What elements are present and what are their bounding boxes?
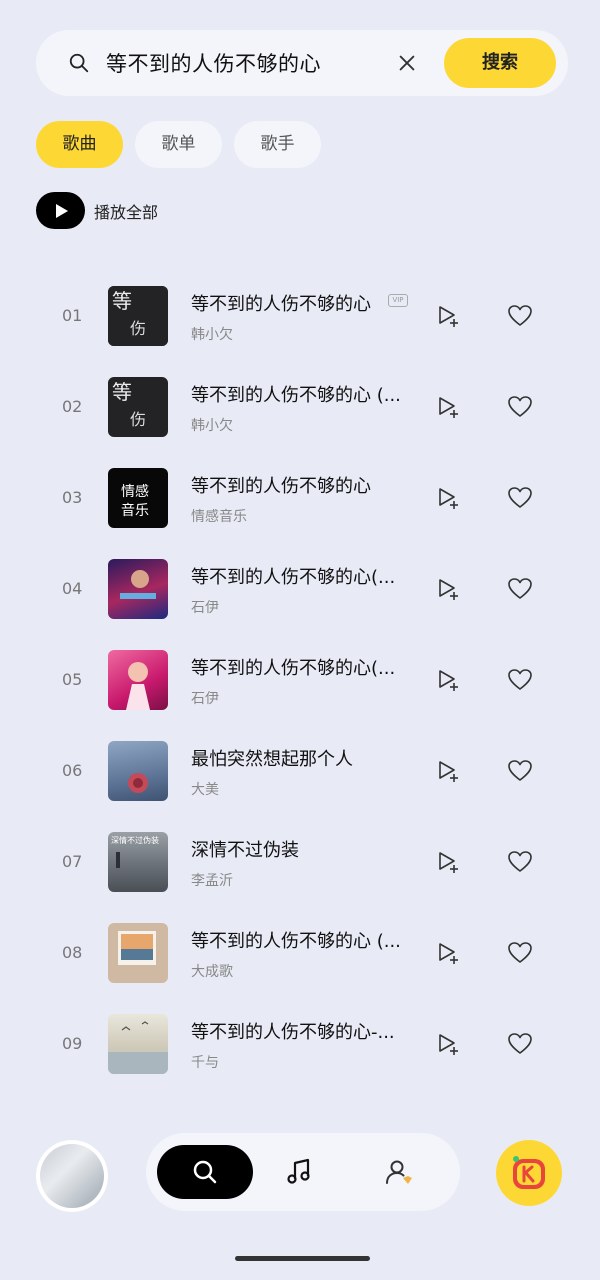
song-rank: 04 bbox=[62, 579, 83, 598]
song-title: 等不到的人伤不够的心 bbox=[191, 294, 371, 315]
add-to-playlist-icon[interactable] bbox=[436, 1032, 460, 1056]
add-to-playlist-icon[interactable] bbox=[436, 486, 460, 510]
svg-text:等: 等 bbox=[112, 289, 132, 313]
song-row[interactable]: 07 深情不过伪装 深情不过伪装 李孟沂 bbox=[0, 816, 600, 907]
song-title: 等不到的人伤不够的心 (... bbox=[191, 385, 401, 406]
song-artist: 千与 bbox=[191, 1055, 219, 1071]
song-row[interactable]: 04 等不到的人伤不够的心(... 石伊 bbox=[0, 543, 600, 634]
heart-icon[interactable] bbox=[507, 577, 533, 601]
song-title: 等不到的人伤不够的心-... bbox=[191, 1022, 395, 1043]
tab-songs[interactable]: 歌曲 bbox=[36, 121, 123, 168]
play-all-label: 播放全部 bbox=[94, 202, 159, 222]
song-row[interactable]: 08 等不到的人伤不够的心 (... 大成歌 bbox=[0, 907, 600, 998]
tab-playlists[interactable]: 歌单 bbox=[135, 121, 222, 168]
song-artist: 李孟沂 bbox=[191, 873, 233, 889]
play-icon bbox=[36, 192, 85, 229]
svg-text:伤: 伤 bbox=[130, 319, 146, 338]
add-to-playlist-icon[interactable] bbox=[436, 577, 460, 601]
heart-icon[interactable] bbox=[507, 486, 533, 510]
now-playing-artwork bbox=[40, 1144, 104, 1208]
song-title: 最怕突然想起那个人 bbox=[191, 749, 353, 770]
heart-icon[interactable] bbox=[507, 850, 533, 874]
result-type-tabs: 歌曲 歌单 歌手 bbox=[36, 121, 321, 168]
svg-text:音乐: 音乐 bbox=[121, 502, 149, 519]
add-to-playlist-icon[interactable] bbox=[436, 668, 460, 692]
song-artist: 情感音乐 bbox=[191, 509, 247, 525]
song-cover bbox=[108, 650, 168, 710]
song-cover: 深情不过伪装 bbox=[108, 832, 168, 892]
add-to-playlist-icon[interactable] bbox=[436, 395, 460, 419]
song-row[interactable]: 02 等 伤 等不到的人伤不够的心 (... 韩小欠 bbox=[0, 361, 600, 452]
song-artist: 石伊 bbox=[191, 600, 219, 616]
song-list: 01 等 伤 等不到的人伤不够的心 VIP 韩小欠 02 等 伤 等不到的人伤不… bbox=[0, 270, 600, 1080]
song-cover bbox=[108, 741, 168, 801]
nav-search-tab[interactable] bbox=[157, 1145, 253, 1199]
song-cover: 情感 音乐 bbox=[108, 468, 168, 528]
song-title: 等不到的人伤不够的心(... bbox=[191, 567, 396, 588]
add-to-playlist-icon[interactable] bbox=[436, 304, 460, 328]
song-row[interactable]: 09 等不到的人伤不够的心-... 千与 bbox=[0, 998, 600, 1080]
song-rank: 06 bbox=[62, 761, 83, 780]
song-title: 等不到的人伤不够的心 (... bbox=[191, 931, 401, 952]
song-rank: 07 bbox=[62, 852, 83, 871]
song-cover bbox=[108, 1014, 168, 1074]
song-artist: 大成歌 bbox=[191, 964, 233, 980]
song-title: 等不到的人伤不够的心 bbox=[191, 476, 371, 497]
nav-pill bbox=[146, 1133, 460, 1211]
bottom-nav bbox=[0, 1130, 600, 1230]
heart-icon[interactable] bbox=[507, 759, 533, 783]
add-to-playlist-icon[interactable] bbox=[436, 850, 460, 874]
song-row[interactable]: 06 最怕突然想起那个人 大美 bbox=[0, 725, 600, 816]
song-cover: 等 伤 bbox=[108, 286, 168, 346]
song-title: 深情不过伪装 bbox=[191, 840, 299, 861]
tab-singers[interactable]: 歌手 bbox=[234, 121, 321, 168]
heart-icon[interactable] bbox=[507, 941, 533, 965]
song-rank: 01 bbox=[62, 306, 83, 325]
search-icon bbox=[193, 1160, 217, 1184]
song-rank: 09 bbox=[62, 1034, 83, 1053]
add-to-playlist-icon[interactable] bbox=[436, 941, 460, 965]
clear-icon[interactable] bbox=[396, 52, 418, 74]
heart-icon[interactable] bbox=[507, 1032, 533, 1056]
song-rank: 02 bbox=[62, 397, 83, 416]
vip-badge: VIP bbox=[388, 294, 408, 307]
song-rank: 05 bbox=[62, 670, 83, 689]
k-song-icon bbox=[513, 1156, 545, 1189]
song-rank: 08 bbox=[62, 943, 83, 962]
song-artist: 韩小欠 bbox=[191, 418, 233, 434]
song-row[interactable]: 03 情感 音乐 等不到的人伤不够的心 情感音乐 bbox=[0, 452, 600, 543]
song-artist: 韩小欠 bbox=[191, 327, 233, 343]
search-icon bbox=[69, 53, 89, 73]
heart-icon[interactable] bbox=[507, 395, 533, 419]
song-row[interactable]: 05 等不到的人伤不够的心(... 石伊 bbox=[0, 634, 600, 725]
search-bar[interactable]: 等不到的人伤不够的心 搜索 bbox=[36, 30, 568, 96]
home-indicator bbox=[235, 1256, 370, 1261]
song-cover: 等 伤 bbox=[108, 377, 168, 437]
heart-icon[interactable] bbox=[507, 668, 533, 692]
svg-text:等: 等 bbox=[112, 380, 132, 404]
add-to-playlist-icon[interactable] bbox=[436, 759, 460, 783]
heart-icon[interactable] bbox=[507, 304, 533, 328]
play-all-button[interactable]: 播放全部 bbox=[36, 192, 158, 229]
song-row[interactable]: 01 等 伤 等不到的人伤不够的心 VIP 韩小欠 bbox=[0, 270, 600, 361]
music-note-icon[interactable] bbox=[284, 1157, 314, 1187]
song-title: 等不到的人伤不够的心(... bbox=[191, 658, 396, 679]
svg-text:情感: 情感 bbox=[121, 483, 149, 500]
now-playing-cover[interactable] bbox=[36, 1140, 108, 1212]
song-rank: 03 bbox=[62, 488, 83, 507]
song-artist: 石伊 bbox=[191, 691, 219, 707]
song-cover bbox=[108, 923, 168, 983]
search-input[interactable]: 等不到的人伤不够的心 bbox=[106, 48, 321, 78]
song-artist: 大美 bbox=[191, 782, 219, 798]
k-song-button[interactable] bbox=[496, 1140, 562, 1206]
user-icon[interactable] bbox=[384, 1157, 414, 1187]
cover-caption: 深情不过伪装 bbox=[111, 835, 159, 845]
svg-text:伤: 伤 bbox=[130, 410, 146, 429]
search-button[interactable]: 搜索 bbox=[444, 38, 556, 88]
song-cover bbox=[108, 559, 168, 619]
